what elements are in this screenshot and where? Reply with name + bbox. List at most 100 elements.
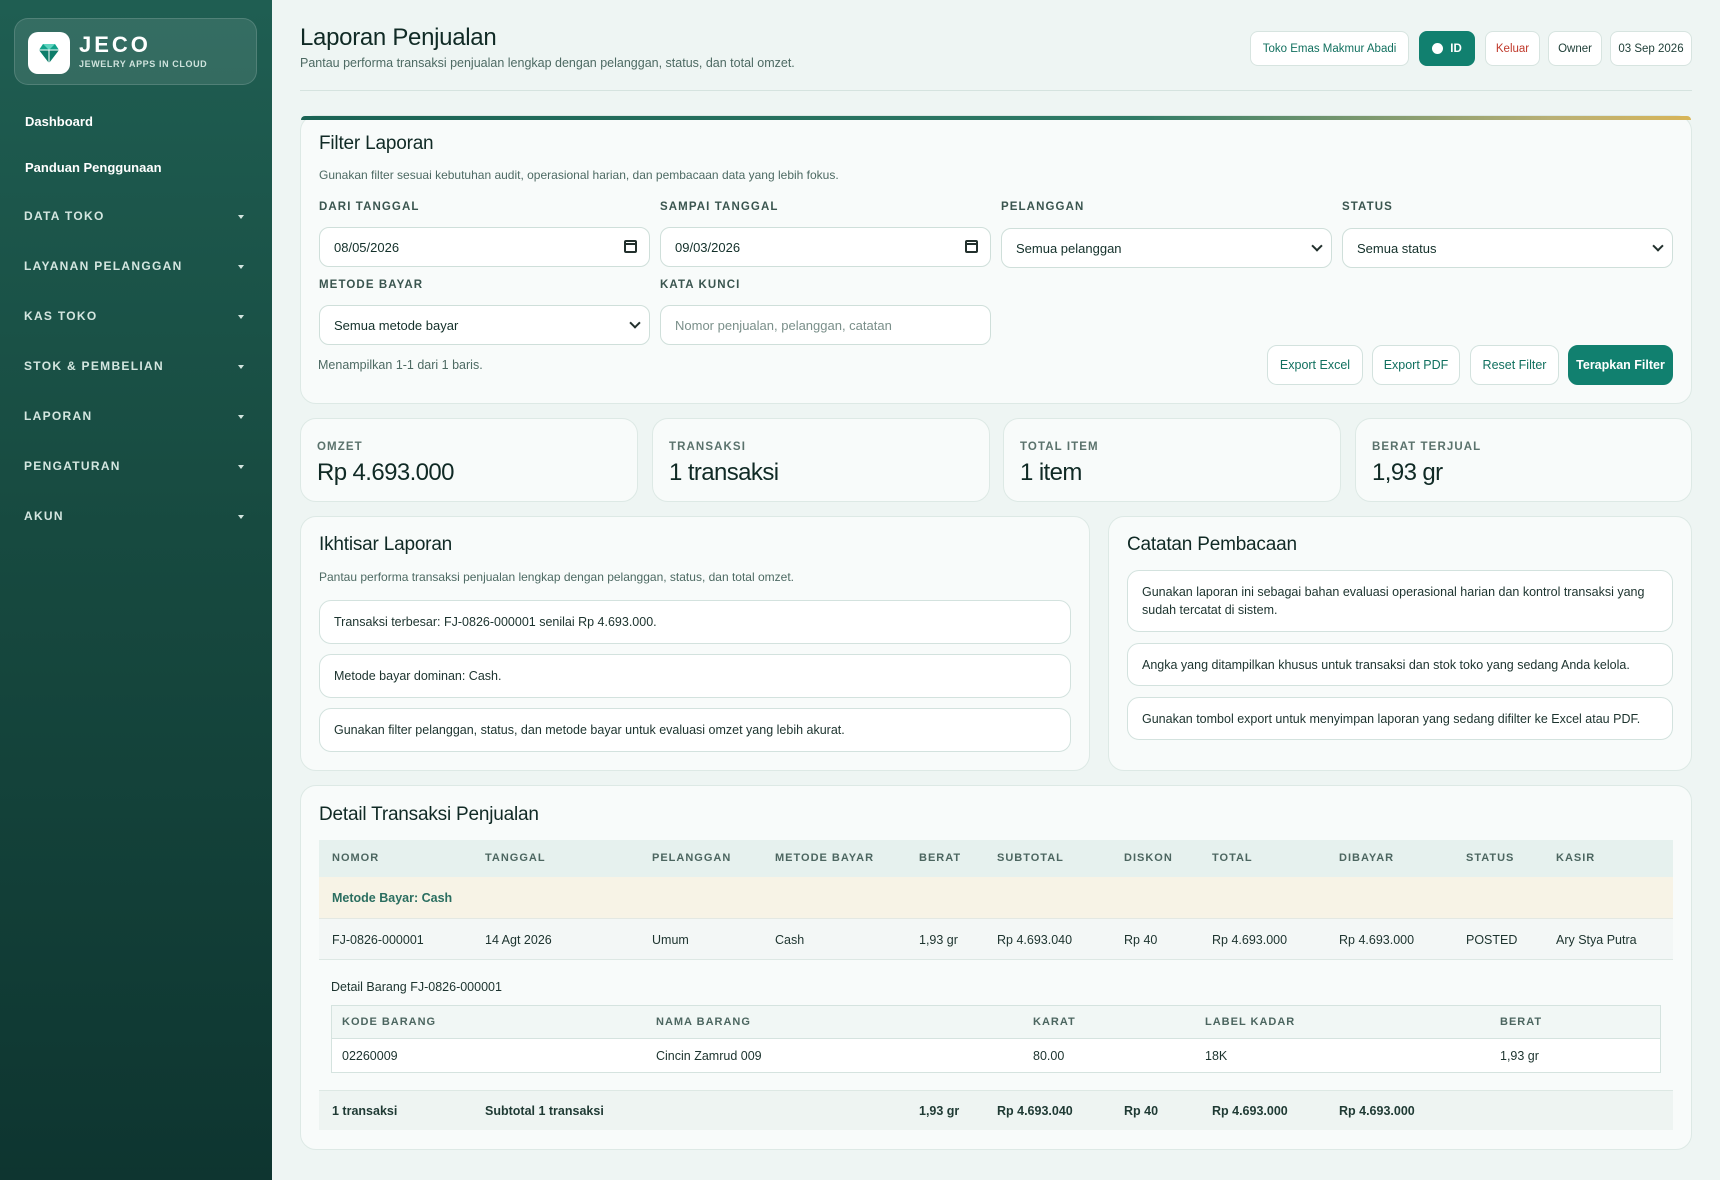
overview-item: Gunakan filter pelanggan, status, dan me… <box>319 708 1071 752</box>
reading-notes-title: Catatan Pembacaan <box>1127 534 1297 555</box>
to-date-input[interactable]: 09/03/2026 <box>660 227 991 267</box>
toggle-dot-icon <box>1432 43 1444 54</box>
calendar-icon[interactable] <box>624 240 637 253</box>
nav-group-label: AKUN <box>24 509 64 523</box>
column-header: BERAT <box>1500 1016 1543 1028</box>
kpi-value: Rp 4.693.000 <box>317 459 455 486</box>
kpi-label: BERAT TERJUAL <box>1372 441 1482 453</box>
store-selector-button[interactable]: Toko Emas Makmur Abadi <box>1250 31 1409 66</box>
column-header: BERAT <box>919 852 962 864</box>
footer-diskon: Rp 40 <box>1124 1104 1159 1118</box>
nav-group-akun[interactable]: AKUN <box>24 509 246 529</box>
cell-dibayar: Rp 4.693.000 <box>1339 933 1415 947</box>
diamond-logo-icon <box>28 32 70 74</box>
cell-kode-barang: 02260009 <box>342 1049 398 1063</box>
from-date-input[interactable]: 08/05/2026 <box>319 227 650 267</box>
export-pdf-button[interactable]: Export PDF <box>1372 345 1460 385</box>
payment-method-value: Semua metode bayar <box>334 317 459 333</box>
column-header: DISKON <box>1124 852 1173 864</box>
footer-count: 1 transaksi <box>332 1104 398 1118</box>
cell-berat: 1,93 gr <box>1500 1049 1539 1063</box>
column-header: SUBTOTAL <box>997 852 1064 864</box>
keyword-placeholder: Nomor penjualan, pelanggan, catatan <box>675 317 892 333</box>
reading-note-item: Gunakan laporan ini sebagai bahan evalua… <box>1127 570 1673 632</box>
column-header: TOTAL <box>1212 852 1253 864</box>
cell-subtotal: Rp 4.693.040 <box>997 933 1073 947</box>
payment-method-label: METODE BAYAR <box>319 279 424 291</box>
column-header: NOMOR <box>332 852 380 864</box>
calendar-icon[interactable] <box>965 240 978 253</box>
chevron-down-icon <box>1652 240 1664 252</box>
from-date-value: 08/05/2026 <box>334 239 400 255</box>
footer-dibayar: Rp 4.693.000 <box>1339 1104 1415 1118</box>
column-header: KARAT <box>1033 1016 1076 1028</box>
nav-panduan-penggunaan[interactable]: Panduan Penggunaan <box>25 160 162 175</box>
group-label: Metode Bayar: Cash <box>332 891 453 905</box>
brand-block[interactable]: JECO JEWELRY APPS IN CLOUD <box>14 18 257 85</box>
logout-button[interactable]: Keluar <box>1485 31 1540 66</box>
cell-diskon: Rp 40 <box>1124 933 1158 947</box>
table-row[interactable]: FJ-0826-000001 14 Agt 2026 Umum Cash 1,9… <box>319 919 1673 960</box>
nav-group-kas-toko[interactable]: KAS TOKO <box>24 309 246 329</box>
card-accent-bar <box>301 116 1691 120</box>
kpi-label: OMZET <box>317 441 363 453</box>
column-header: STATUS <box>1466 852 1515 864</box>
nav-group-layanan-pelanggan[interactable]: LAYANAN PELANGGAN <box>24 259 246 279</box>
export-excel-button[interactable]: Export Excel <box>1267 345 1363 385</box>
page-subtitle: Pantau performa transaksi penjualan leng… <box>300 56 795 70</box>
caret-down-icon <box>238 465 244 469</box>
reading-note-item: Angka yang ditampilkan khusus untuk tran… <box>1127 643 1673 686</box>
apply-filter-button[interactable]: Terapkan Filter <box>1568 345 1673 385</box>
column-header: PELANGGAN <box>652 852 732 864</box>
status-value: Semua status <box>1357 240 1437 256</box>
item-detail-table: KODE BARANG NAMA BARANG KARAT LABEL KADA… <box>331 1005 1661 1073</box>
overview-item: Transaksi terbesar: FJ-0826-000001 senil… <box>319 600 1071 644</box>
to-date-value: 09/03/2026 <box>675 239 741 255</box>
nav-group-label: DATA TOKO <box>24 209 105 223</box>
overview-item: Metode bayar dominan: Cash. <box>319 654 1071 698</box>
cell-metode-bayar: Cash <box>775 933 805 947</box>
customer-select[interactable]: Semua pelanggan <box>1001 228 1332 268</box>
kpi-omzet: OMZET Rp 4.693.000 <box>300 418 638 502</box>
from-date-label: DARI TANGGAL <box>319 201 420 213</box>
column-header: TANGGAL <box>485 852 546 864</box>
nav-dashboard[interactable]: Dashboard <box>25 114 93 129</box>
cell-nama-barang: Cincin Zamrud 009 <box>656 1049 762 1063</box>
status-select[interactable]: Semua status <box>1342 228 1673 268</box>
nav-group-stok-pembelian[interactable]: STOK & PEMBELIAN <box>24 359 246 379</box>
nav-group-pengaturan[interactable]: PENGATURAN <box>24 459 246 479</box>
cell-pelanggan: Umum <box>652 933 689 947</box>
customer-value: Semua pelanggan <box>1016 240 1122 256</box>
kpi-value: 1,93 gr <box>1372 459 1443 486</box>
keyword-label: KATA KUNCI <box>660 279 741 291</box>
column-header: KASIR <box>1556 852 1596 864</box>
footer-total: Rp 4.693.000 <box>1212 1104 1288 1118</box>
to-date-label: SAMPAI TANGGAL <box>660 201 779 213</box>
kpi-transaksi: TRANSAKSI 1 transaksi <box>652 418 990 502</box>
column-header: DIBAYAR <box>1339 852 1395 864</box>
nav-group-label: KAS TOKO <box>24 309 98 323</box>
date-badge: 03 Sep 2026 <box>1610 31 1692 66</box>
column-header: KODE BARANG <box>342 1016 437 1028</box>
reading-note-item: Gunakan tombol export untuk menyimpan la… <box>1127 697 1673 740</box>
overview-subtitle: Pantau performa transaksi penjualan leng… <box>319 570 794 584</box>
filter-subtitle: Gunakan filter sesuai kebutuhan audit, o… <box>319 168 839 182</box>
brand-tagline: JEWELRY APPS IN CLOUD <box>79 59 208 69</box>
reset-filter-button[interactable]: Reset Filter <box>1470 345 1559 385</box>
caret-down-icon <box>238 365 244 369</box>
nav-group-data-toko[interactable]: DATA TOKO <box>24 209 246 229</box>
nav-group-laporan[interactable]: LAPORAN <box>24 409 246 429</box>
nav-group-label: PENGATURAN <box>24 459 121 473</box>
overview-title: Ikhtisar Laporan <box>319 534 453 555</box>
nav-group-label: LAYANAN PELANGGAN <box>24 259 183 273</box>
cell-status: POSTED <box>1466 933 1518 947</box>
page-title: Laporan Penjualan <box>300 24 497 51</box>
language-toggle[interactable]: ID <box>1419 31 1475 66</box>
column-header: NAMA BARANG <box>656 1016 751 1028</box>
payment-method-select[interactable]: Semua metode bayar <box>319 305 650 345</box>
column-header: METODE BAYAR <box>775 852 875 864</box>
status-label: STATUS <box>1342 201 1393 213</box>
keyword-input[interactable]: Nomor penjualan, pelanggan, catatan <box>660 305 991 345</box>
footer-subtotal: Rp 4.693.040 <box>997 1104 1073 1118</box>
kpi-berat-terjual: BERAT TERJUAL 1,93 gr <box>1355 418 1692 502</box>
